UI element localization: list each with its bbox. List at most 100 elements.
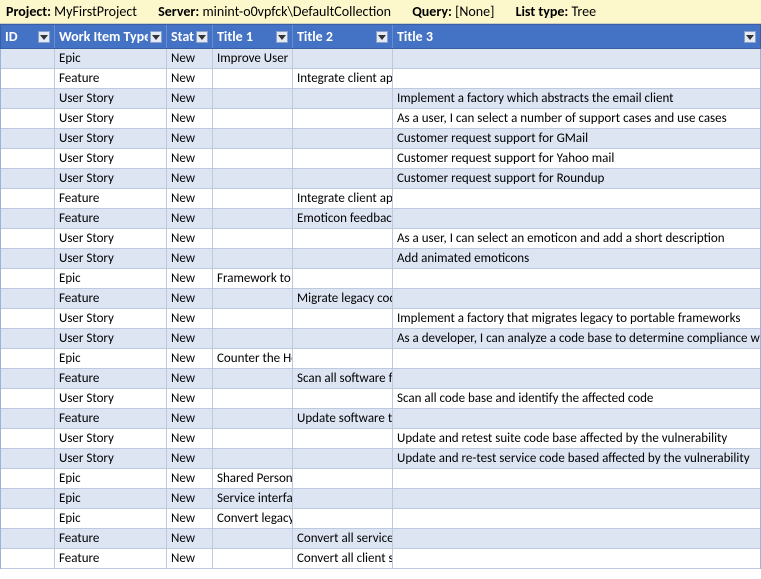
table-row[interactable]: FeatureNewScan all software for the Open… bbox=[1, 369, 760, 389]
cell-state[interactable]: New bbox=[167, 429, 213, 448]
cell-work-item-type[interactable]: User Story bbox=[55, 429, 167, 448]
cell-title1[interactable]: Convert legacy Odata service interfactes… bbox=[213, 509, 293, 528]
table-row[interactable]: User StoryNew Scan all code base and iden… bbox=[1, 389, 760, 409]
cell-state[interactable]: New bbox=[167, 469, 213, 488]
cell-title2[interactable] bbox=[293, 269, 393, 288]
table-row[interactable]: FeatureNewIntegrate client application w… bbox=[1, 69, 760, 89]
col-header-title3[interactable]: Title 3 bbox=[393, 25, 760, 48]
table-row[interactable]: User StoryNewImplement a factory which a… bbox=[1, 89, 760, 109]
cell-state[interactable]: New bbox=[167, 409, 213, 428]
table-row[interactable]: User StoryNewImplement a factory that mi… bbox=[1, 309, 760, 329]
cell-work-item-type[interactable]: User Story bbox=[55, 309, 167, 328]
table-row[interactable]: EpicNewService interfaces to support RES… bbox=[1, 489, 760, 509]
cell-title2[interactable] bbox=[293, 249, 393, 268]
cell-work-item-type[interactable]: Epic bbox=[55, 489, 167, 508]
cell-work-item-type[interactable]: Epic bbox=[55, 349, 167, 368]
cell-title3[interactable]: Scan all code base and identify the affe… bbox=[393, 389, 760, 408]
cell-title1[interactable]: Framework to port applications to all de… bbox=[213, 269, 293, 288]
cell-work-item-type[interactable]: User Story bbox=[55, 109, 167, 128]
cell-id[interactable] bbox=[1, 549, 55, 568]
cell-work-item-type[interactable]: User Story bbox=[55, 169, 167, 188]
cell-state[interactable]: New bbox=[167, 309, 213, 328]
cell-state[interactable]: New bbox=[167, 249, 213, 268]
cell-title2[interactable] bbox=[293, 149, 393, 168]
cell-title2[interactable] bbox=[293, 309, 393, 328]
col-header-state[interactable]: State bbox=[167, 25, 213, 48]
cell-state[interactable]: New bbox=[167, 209, 213, 228]
cell-title3[interactable] bbox=[393, 49, 760, 68]
col-header-title2[interactable]: Title 2 bbox=[293, 25, 393, 48]
cell-title1[interactable] bbox=[213, 69, 293, 88]
table-row[interactable]: EpicNewImprove User Experience bbox=[1, 49, 760, 69]
cell-state[interactable]: New bbox=[167, 449, 213, 468]
cell-title2[interactable]: Integrate client application with popula… bbox=[293, 69, 393, 88]
cell-work-item-type[interactable]: User Story bbox=[55, 389, 167, 408]
cell-title2[interactable] bbox=[293, 389, 393, 408]
cell-title1[interactable]: Counter the Heartbleed web security bug bbox=[213, 349, 293, 368]
cell-state[interactable]: New bbox=[167, 169, 213, 188]
cell-title1[interactable] bbox=[213, 449, 293, 468]
table-row[interactable]: EpicNewConvert legacy Odata service inte… bbox=[1, 509, 760, 529]
cell-title1[interactable] bbox=[213, 289, 293, 308]
cell-title1[interactable] bbox=[213, 409, 293, 428]
cell-title1[interactable] bbox=[213, 189, 293, 208]
filter-dropdown-icon[interactable] bbox=[376, 31, 388, 43]
table-row[interactable]: EpicNewShared Personalization and state bbox=[1, 469, 760, 489]
table-row[interactable]: User StoryNewAs a user, I can select a n… bbox=[1, 109, 760, 129]
cell-work-item-type[interactable]: Feature bbox=[55, 549, 167, 568]
cell-id[interactable] bbox=[1, 249, 55, 268]
filter-dropdown-icon[interactable] bbox=[744, 31, 756, 43]
cell-title3[interactable] bbox=[393, 549, 760, 568]
table-row[interactable]: EpicNewFramework to port applications to… bbox=[1, 269, 760, 289]
cell-title3[interactable]: Update and re-test service code based af… bbox=[393, 449, 760, 468]
cell-state[interactable]: New bbox=[167, 509, 213, 528]
cell-title3[interactable] bbox=[393, 369, 760, 388]
cell-title3[interactable] bbox=[393, 489, 760, 508]
cell-title2[interactable] bbox=[293, 349, 393, 368]
cell-work-item-type[interactable]: Epic bbox=[55, 469, 167, 488]
cell-title3[interactable]: Implement a factory which abstracts the … bbox=[393, 89, 760, 108]
cell-work-item-type[interactable]: Feature bbox=[55, 409, 167, 428]
cell-title1[interactable] bbox=[213, 329, 293, 348]
cell-title3[interactable] bbox=[393, 69, 760, 88]
cell-title3[interactable]: Customer request support for Yahoo mail bbox=[393, 149, 760, 168]
cell-state[interactable]: New bbox=[167, 189, 213, 208]
cell-id[interactable] bbox=[1, 329, 55, 348]
table-row[interactable]: FeatureNewUpdate software to resolve the… bbox=[1, 409, 760, 429]
cell-work-item-type[interactable]: Feature bbox=[55, 529, 167, 548]
col-header-title1[interactable]: Title 1 bbox=[213, 25, 293, 48]
cell-work-item-type[interactable]: Epic bbox=[55, 509, 167, 528]
filter-dropdown-icon[interactable] bbox=[38, 31, 50, 43]
cell-id[interactable] bbox=[1, 89, 55, 108]
cell-state[interactable]: New bbox=[167, 89, 213, 108]
cell-title2[interactable]: Integrate client app with IM clients bbox=[293, 189, 393, 208]
table-row[interactable]: User StoryNewCustomer request support fo… bbox=[1, 129, 760, 149]
cell-title3[interactable] bbox=[393, 269, 760, 288]
cell-id[interactable] bbox=[1, 169, 55, 188]
table-row[interactable]: EpicNewCounter the Heartbleed web securi… bbox=[1, 349, 760, 369]
cell-title2[interactable]: Emoticon feedback enabled in client appl… bbox=[293, 209, 393, 228]
cell-title1[interactable] bbox=[213, 429, 293, 448]
cell-id[interactable] bbox=[1, 189, 55, 208]
cell-work-item-type[interactable]: User Story bbox=[55, 149, 167, 168]
cell-state[interactable]: New bbox=[167, 369, 213, 388]
cell-state[interactable]: New bbox=[167, 389, 213, 408]
cell-title2[interactable]: Convert all client service calls from us… bbox=[293, 549, 393, 568]
cell-title2[interactable] bbox=[293, 509, 393, 528]
cell-title3[interactable] bbox=[393, 409, 760, 428]
table-row[interactable]: User StoryNewUpdate and re-test service … bbox=[1, 449, 760, 469]
cell-title3[interactable] bbox=[393, 209, 760, 228]
table-row[interactable]: FeatureNewConvert all client service cal… bbox=[1, 549, 760, 569]
cell-work-item-type[interactable]: Epic bbox=[55, 269, 167, 288]
cell-title2[interactable]: Convert all services from using experiem… bbox=[293, 529, 393, 548]
cell-title2[interactable]: Migrate legacy code to portable framewor… bbox=[293, 289, 393, 308]
cell-id[interactable] bbox=[1, 209, 55, 228]
cell-title3[interactable]: Customer request support for Roundup bbox=[393, 169, 760, 188]
cell-title3[interactable] bbox=[393, 529, 760, 548]
cell-id[interactable] bbox=[1, 409, 55, 428]
cell-state[interactable]: New bbox=[167, 349, 213, 368]
cell-title1[interactable] bbox=[213, 129, 293, 148]
table-row[interactable]: User StoryNewCustomer request support fo… bbox=[1, 149, 760, 169]
cell-work-item-type[interactable]: User Story bbox=[55, 129, 167, 148]
cell-state[interactable]: New bbox=[167, 269, 213, 288]
